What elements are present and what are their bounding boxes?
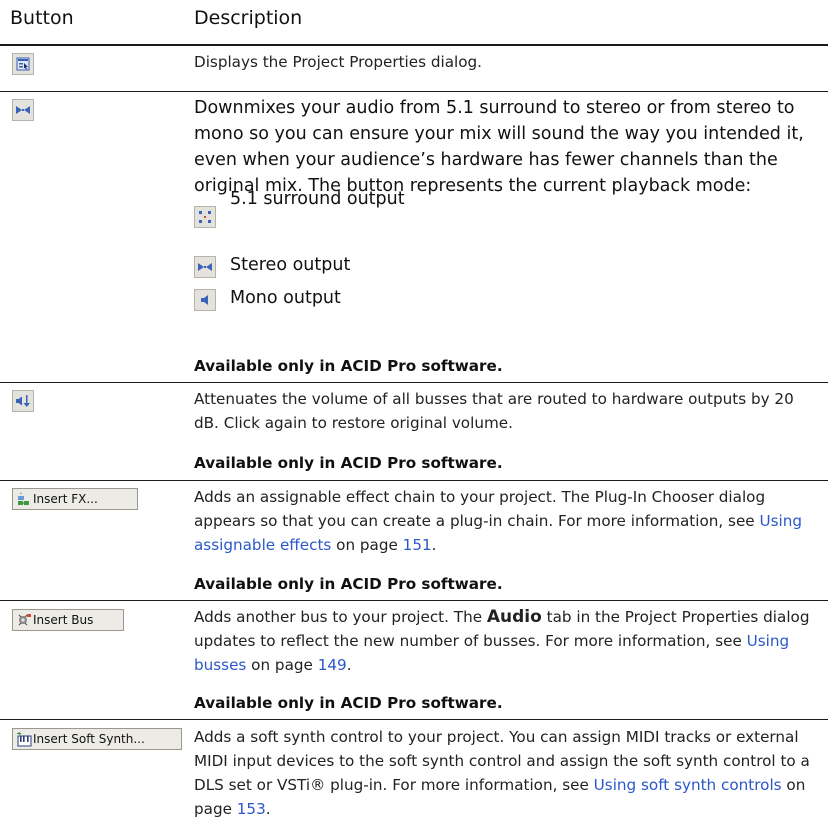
insert-fx-icon [18, 492, 29, 505]
mono-output-label: Mono output [230, 288, 341, 308]
row-divider [0, 91, 828, 92]
insert-fx-description: Adds an assignable effect chain to your … [194, 488, 802, 554]
surround-output-label: 5.1 surround output [230, 189, 405, 209]
page-link-151[interactable]: 151 [403, 536, 432, 554]
insert-soft-synth-icon [17, 731, 32, 747]
link-using-soft-synth-controls[interactable]: Using soft synth controls [594, 776, 782, 794]
stereo-output-button [194, 256, 216, 278]
surround-output-icon [199, 211, 211, 223]
insert-bus-button[interactable]: Insert Bus [12, 609, 124, 631]
dim-availability: Available only in ACID Pro software. [194, 454, 503, 472]
row-divider [0, 382, 828, 383]
row-divider [0, 600, 828, 601]
mono-output-icon [201, 295, 208, 305]
insert-bus-description: Adds another bus to your project. The Au… [194, 607, 810, 674]
insert-fx-availability: Available only in ACID Pro software. [194, 575, 503, 593]
page-link-153[interactable]: 153 [237, 800, 266, 818]
project-properties-button[interactable] [12, 53, 34, 75]
header-button: Button [10, 7, 74, 29]
mono-output-button [194, 289, 216, 311]
button-reference-table: Button Description Displays the Project … [0, 0, 828, 837]
insert-fx-label: Insert FX... [33, 492, 98, 506]
insert-bus-icon [18, 614, 31, 626]
project-properties-icon [16, 57, 30, 71]
insert-soft-synth-description: Adds a soft synth control to your projec… [194, 728, 810, 818]
audio-tab-name: Audio [486, 607, 542, 627]
downmix-stereo-icon [16, 106, 30, 114]
stereo-output-label: Stereo output [230, 255, 351, 275]
insert-soft-synth-button[interactable]: Insert Soft Synth... [12, 728, 182, 750]
dim-output-button[interactable] [12, 390, 34, 412]
dim-description: Attenuates the volume of all busses that… [194, 390, 794, 432]
downmix-description: Downmixes your audio from 5.1 surround t… [194, 98, 804, 196]
insert-bus-availability: Available only in ACID Pro software. [194, 694, 503, 712]
downmix-button[interactable] [12, 99, 34, 121]
page-link-149[interactable]: 149 [318, 656, 347, 674]
row-divider [0, 719, 828, 720]
downmix-availability: Available only in ACID Pro software. [194, 357, 503, 375]
stereo-output-icon [198, 263, 212, 271]
insert-fx-button[interactable]: Insert FX... [12, 488, 138, 510]
insert-bus-label: Insert Bus [33, 613, 94, 627]
row-divider [0, 480, 828, 481]
surround-output-button [194, 206, 216, 228]
dim-output-icon [16, 395, 30, 407]
properties-description: Displays the Project Properties dialog. [194, 53, 482, 71]
header-rule [0, 44, 828, 46]
insert-soft-synth-label: Insert Soft Synth... [33, 732, 145, 746]
header-description: Description [194, 7, 303, 29]
table-header: Button Description [0, 0, 828, 44]
